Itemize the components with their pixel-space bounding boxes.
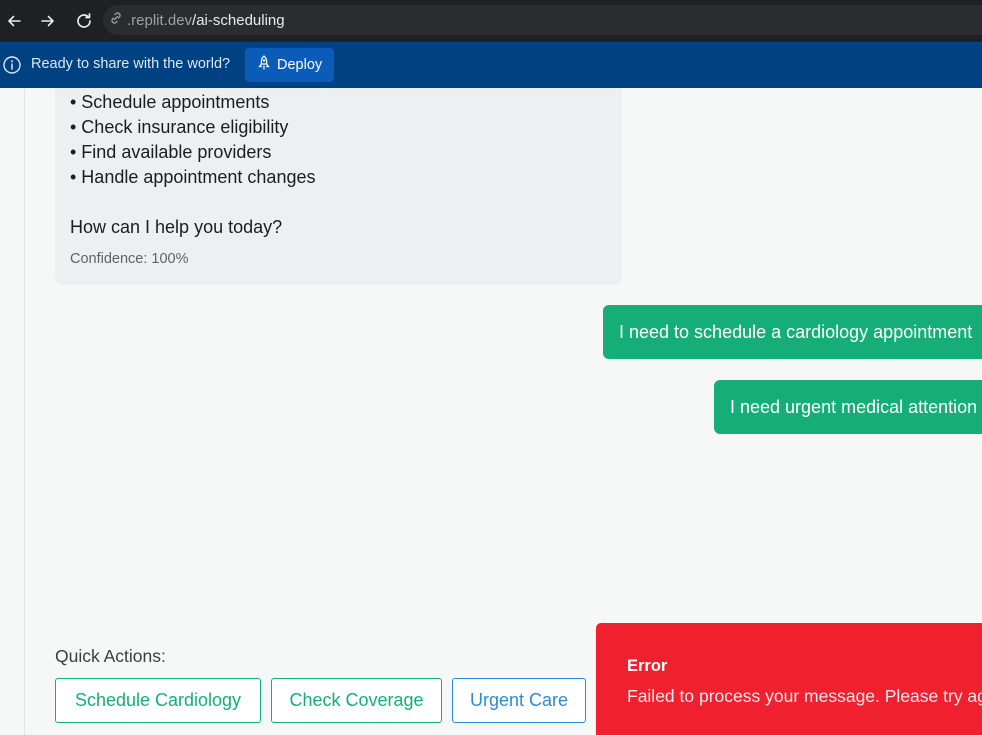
assistant-bullet: • Find available providers [70,142,272,162]
forward-icon[interactable] [35,8,61,34]
browser-toolbar: .replit.dev/ai-scheduling [0,0,982,42]
user-message: I need urgent medical attention [714,380,982,434]
assistant-question: How can I help you today? [70,217,283,237]
schedule-cardiology-button[interactable]: Schedule Cardiology [55,678,261,723]
assistant-bullet: • Handle appointment changes [70,167,316,187]
address-bar[interactable]: .replit.dev/ai-scheduling [103,5,982,35]
assistant-bullet: • Check insurance eligibility [70,117,289,137]
url-domain: .replit.dev [127,11,193,29]
error-toast: Error Failed to process your message. Pl… [596,623,982,735]
user-message-text: I need urgent medical attention [730,396,978,417]
info-icon [2,55,22,80]
sidebar-rail [0,88,25,735]
deploy-label: Deploy [277,57,323,73]
user-message: I need to schedule a cardiology appointm… [603,305,982,359]
user-message-text: I need to schedule a cardiology appointm… [619,321,973,342]
error-message: Failed to process your message. Please t… [627,686,982,706]
error-title: Error [627,657,668,675]
rocket-icon [257,55,277,75]
assistant-bullet: • Schedule appointments [70,92,270,112]
deploy-button[interactable]: Deploy [245,48,334,82]
reload-icon[interactable] [71,8,97,34]
url-text: .replit.dev/ai-scheduling [127,12,285,29]
urgent-care-button[interactable]: Urgent Care [452,678,586,723]
link-icon [109,11,123,30]
banner-message: Ready to share with the world? [31,56,231,72]
confidence-score: Confidence: 100% [70,251,189,267]
check-coverage-button[interactable]: Check Coverage [271,678,442,723]
url-path: /ai-scheduling [192,11,285,29]
quick-actions-title: Quick Actions: [55,646,166,666]
back-icon[interactable] [1,8,27,34]
